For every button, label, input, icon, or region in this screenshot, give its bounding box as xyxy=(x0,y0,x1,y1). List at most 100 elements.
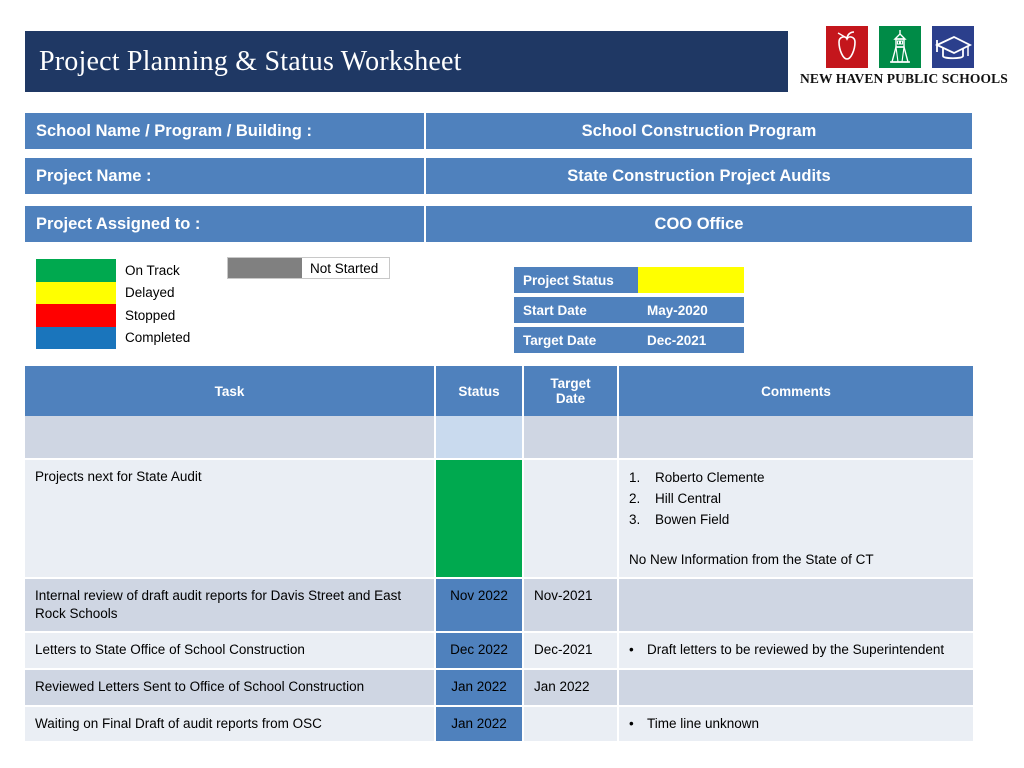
cell-comments xyxy=(618,416,973,460)
status-key: Project Status xyxy=(514,267,638,293)
info-row-school-name: School Name / Program / Building : Schoo… xyxy=(25,113,972,149)
legend-label: Completed xyxy=(125,330,191,345)
bullet-icon: • xyxy=(629,715,634,731)
cell-comments: 1. Roberto Clemente 2. Hill Central 3. Bowe… xyxy=(618,459,973,579)
legend-swatch-green xyxy=(36,259,116,282)
list-number: 3. xyxy=(629,511,641,527)
cell-status: Jan 2022 xyxy=(435,669,524,707)
title-bar: Project Planning & Status Worksheet xyxy=(25,31,788,92)
list-item: • Draft letters to be reviewed by the Sup… xyxy=(629,641,963,660)
project-status-summary: Project Status Start Date May-2020 Targe… xyxy=(514,267,744,357)
task-table: Task Status Target Date Comments Project… xyxy=(25,366,973,744)
tower-icon xyxy=(879,26,921,68)
table-row: Projects next for State Audit 1. Roberto … xyxy=(25,459,973,579)
table-row: Letters to State Office of School Constr… xyxy=(25,632,973,671)
status-legend: On Track Delayed Stopped Completed xyxy=(36,259,236,349)
legend-swatch-red xyxy=(36,304,116,327)
status-key: Start Date xyxy=(514,297,638,323)
cell-status: Jan 2022 xyxy=(435,705,524,744)
cell-task: Waiting on Final Draft of audit reports … xyxy=(25,705,436,744)
list-text: Hill Central xyxy=(655,490,722,506)
status-key: Target Date xyxy=(514,327,638,353)
legend-label: Stopped xyxy=(125,307,176,323)
status-value-indicator xyxy=(638,267,744,293)
legend-item-completed: Completed xyxy=(36,326,236,349)
info-label: Project Name : xyxy=(25,158,424,194)
legend-swatch-blue xyxy=(36,326,116,349)
list-text: Roberto Clemente xyxy=(655,470,765,485)
page-title: Project Planning & Status Worksheet xyxy=(39,45,462,77)
legend-swatch-gray xyxy=(228,258,302,278)
table-header-row: Task Status Target Date Comments xyxy=(25,366,973,416)
cell-status xyxy=(435,416,524,460)
table-row: Internal review of draft audit reports f… xyxy=(25,577,973,634)
list-text: Bowen Field xyxy=(655,511,730,527)
cell-target-date xyxy=(523,416,619,460)
cell-target-date: Nov-2021 xyxy=(523,577,619,634)
apple-icon xyxy=(826,26,868,68)
column-header-status: Status xyxy=(435,366,524,416)
legend-item-stopped: Stopped xyxy=(36,304,236,327)
cell-target-date xyxy=(523,459,619,579)
cell-status: Nov 2022 xyxy=(435,577,524,634)
info-row-project-name: Project Name : State Construction Projec… xyxy=(25,158,972,194)
list-item: • Time line unknown xyxy=(629,715,963,734)
target-date-line-2: Date xyxy=(555,391,586,406)
column-header-target-date: Target Date xyxy=(523,366,619,416)
cell-target-date: Dec-2021 xyxy=(523,632,619,671)
cell-task: Projects next for State Audit xyxy=(25,459,436,579)
cell-task: Internal review of draft audit reports f… xyxy=(25,577,436,634)
logo-wordmark: NEW HAVEN PUBLIC SCHOOLS xyxy=(800,71,1008,86)
info-label: Project Assigned to : xyxy=(25,206,424,242)
info-value: COO Office xyxy=(426,206,972,242)
status-value: Dec-2021 xyxy=(638,327,744,353)
nhps-logo: NEW HAVEN PUBLIC SCHOOLS xyxy=(800,26,1008,92)
bullet-icon: • xyxy=(629,642,634,658)
column-header-task: Task xyxy=(25,366,436,416)
logo-marks xyxy=(800,26,1000,68)
cell-target-date: Jan 2022 xyxy=(523,669,619,707)
cell-comments xyxy=(618,669,973,707)
cell-task xyxy=(25,416,436,460)
table-row: Reviewed Letters Sent to Office of Schoo… xyxy=(25,669,973,707)
legend-label: Delayed xyxy=(125,285,175,300)
list-text: Time line unknown xyxy=(647,715,760,731)
bullet-list: • Time line unknown xyxy=(629,715,963,734)
cell-comments xyxy=(618,577,973,634)
status-row-project-status: Project Status xyxy=(514,267,744,293)
comment-note: No New Information from the State of CT xyxy=(629,551,874,567)
bullet-list: • Draft letters to be reviewed by the Sup… xyxy=(629,641,963,660)
numbered-list: 1. Roberto Clemente 2. Hill Central 3. Bowe… xyxy=(629,468,963,531)
list-number: 2. xyxy=(629,490,641,506)
cell-status xyxy=(435,459,524,579)
cell-target-date xyxy=(523,705,619,744)
target-date-line-1: Target xyxy=(550,376,591,391)
status-row-target-date: Target Date Dec-2021 xyxy=(514,327,744,353)
cell-comments: • Draft letters to be reviewed by the Sup… xyxy=(618,632,973,671)
cell-task: Reviewed Letters Sent to Office of Schoo… xyxy=(25,669,436,707)
legend-swatch-yellow xyxy=(36,281,116,304)
info-value: School Construction Program xyxy=(426,113,972,149)
list-item: 3. Bowen Field xyxy=(629,510,963,531)
legend-label: On Track xyxy=(125,262,180,278)
list-item: 2. Hill Central xyxy=(629,489,963,510)
legend-label: Not Started xyxy=(310,260,379,276)
legend-item-not-started: Not Started xyxy=(227,257,390,279)
table-row xyxy=(25,416,973,460)
cell-task: Letters to State Office of School Constr… xyxy=(25,632,436,671)
info-row-project-assigned-to: Project Assigned to : COO Office xyxy=(25,206,972,242)
list-text: Draft letters to be reviewed by the Supe… xyxy=(647,642,945,658)
legend-item-on-track: On Track xyxy=(36,259,236,282)
legend-item-delayed: Delayed xyxy=(36,281,236,304)
info-label: School Name / Program / Building : xyxy=(25,113,424,149)
status-value: May-2020 xyxy=(638,297,744,323)
status-row-start-date: Start Date May-2020 xyxy=(514,297,744,323)
table-row: Waiting on Final Draft of audit reports … xyxy=(25,705,973,744)
cell-status: Dec 2022 xyxy=(435,632,524,671)
column-header-comments: Comments xyxy=(618,366,973,416)
list-number: 1. xyxy=(629,470,641,485)
graduation-cap-icon xyxy=(932,26,974,68)
list-item: 1. Roberto Clemente xyxy=(629,468,963,489)
cell-comments: • Time line unknown xyxy=(618,705,973,744)
info-value: State Construction Project Audits xyxy=(426,158,972,194)
